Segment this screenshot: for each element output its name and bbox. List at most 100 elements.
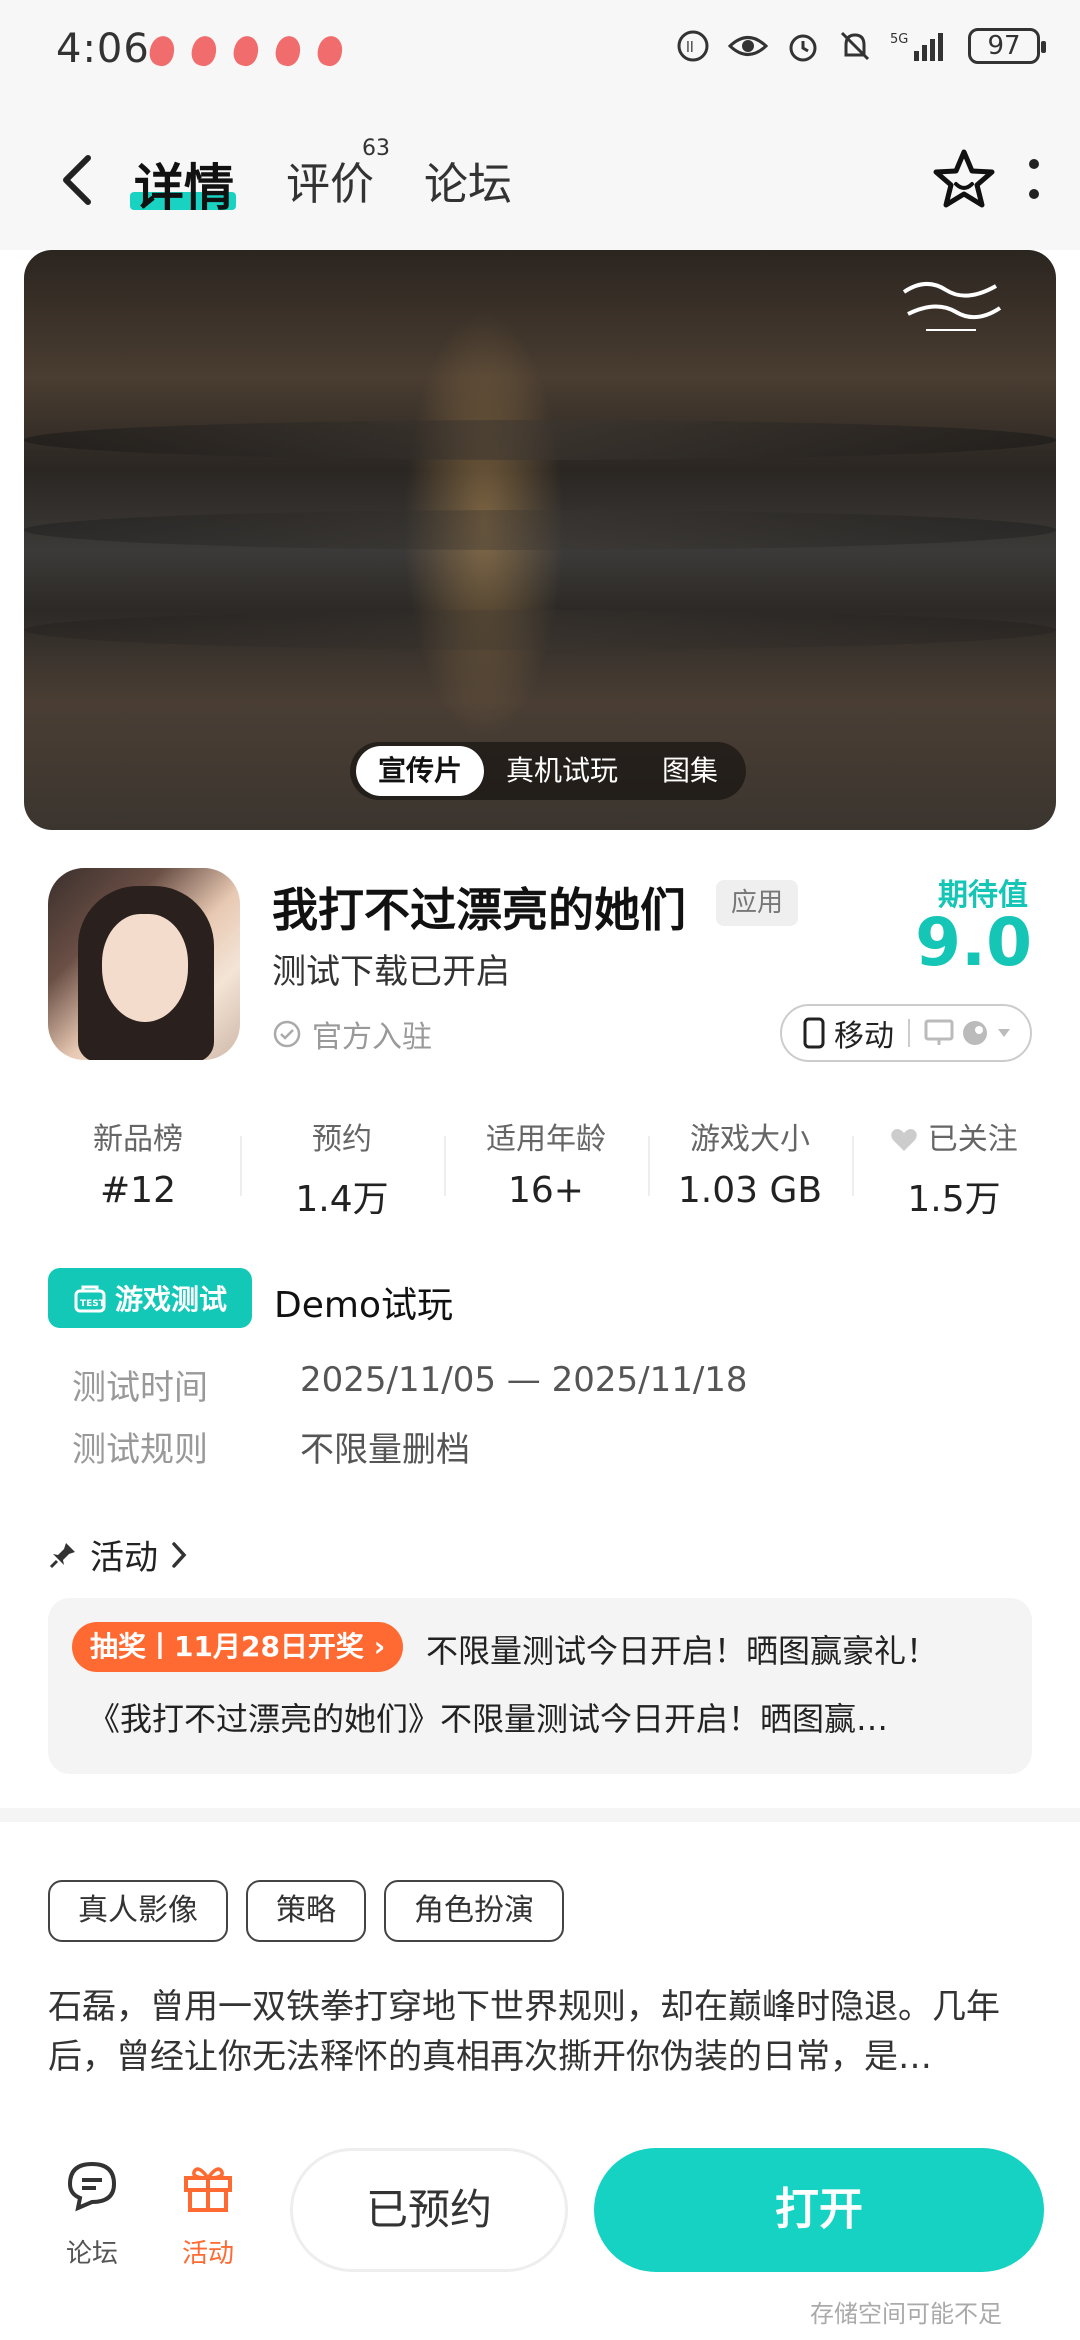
test-icon: TEST: [74, 1285, 106, 1313]
official-badge: 官方入驻: [272, 1012, 432, 1056]
top-navigation: 详情 评价 63 论坛: [0, 110, 1080, 250]
stat-value: 1.4万: [295, 1179, 389, 1220]
chat-bubble-icon: [67, 2161, 117, 2212]
game-test-badge: TEST 游戏测试: [48, 1268, 252, 1328]
icon-face: [102, 914, 188, 1022]
activity-headline: 不限量测试今日开启！晒图赢豪礼！: [426, 1632, 939, 1670]
promo-video[interactable]: 宣传片 真机试玩 图集: [24, 250, 1056, 830]
notification-icon: [273, 33, 303, 69]
wave: [24, 510, 1056, 550]
game-logo-icon: [902, 282, 1002, 331]
genre-tags: 真人影像 策略 角色扮演: [48, 1880, 564, 1942]
stats-row: 新品榜 #12 预约 1.4万 适用年龄 16+ 游戏大小 1.03 GB 已关…: [36, 1114, 1056, 1220]
notification-icon: [189, 33, 219, 69]
notification-icon: [147, 33, 177, 69]
forum-label: 论坛: [65, 2239, 118, 2269]
wave: [24, 420, 1056, 460]
game-logo-image: [896, 272, 1006, 351]
chevron-right-icon: [172, 1541, 187, 1568]
media-tab-gameplay[interactable]: 真机试玩: [484, 746, 640, 796]
chevron-right-icon: ›: [373, 1630, 386, 1663]
eye-icon: [728, 36, 768, 56]
app-subtitle: 测试下载已开启: [272, 952, 510, 992]
test-time-row: 测试时间 2025/11/05 — 2025/11/18: [72, 1360, 748, 1409]
lottery-tag[interactable]: 抽奖丨11月28日开奖 ›: [72, 1622, 404, 1672]
notification-icons: [147, 33, 345, 69]
tag-chip[interactable]: 策略: [246, 1880, 366, 1942]
game-description[interactable]: 石磊，曾用一双铁拳打穿地下世界规则，却在巅峰时隐退。几年后，曾经让你无法释怀的真…: [48, 1982, 1032, 2082]
media-tabs: 宣传片 真机试玩 图集: [350, 742, 747, 800]
stat-game-size: 游戏大小 1.03 GB: [648, 1114, 852, 1214]
platform-label: 移动: [834, 1019, 894, 1054]
activity-card[interactable]: 抽奖丨11月28日开奖 › 不限量测试今日开启！晒图赢豪礼！ 《我打不过漂亮的她…: [48, 1598, 1032, 1774]
media-tab-trailer[interactable]: 宣传片: [356, 746, 485, 796]
stat-value: 1.5万: [907, 1179, 1001, 1220]
svg-text:ll: ll: [686, 40, 694, 56]
media-tab-gallery[interactable]: 图集: [640, 746, 740, 796]
app-type-tag: 应用: [716, 880, 798, 926]
lottery-tag-label: 抽奖丨11月28日开奖: [90, 1630, 364, 1663]
test-time-value: 2025/11/05 — 2025/11/18: [300, 1360, 748, 1400]
test-rule-value: 不限量删档: [300, 1430, 470, 1470]
favorite-star-icon[interactable]: [930, 146, 998, 214]
platform-divider: [908, 1019, 910, 1047]
stat-label: 新品榜: [93, 1122, 183, 1157]
status-time: 4:06: [56, 26, 150, 72]
section-divider: [0, 1808, 1080, 1822]
tag-chip[interactable]: 角色扮演: [384, 1880, 564, 1942]
test-rule-label: 测试规则: [72, 1430, 208, 1470]
test-time-label: 测试时间: [72, 1368, 208, 1408]
stat-label: 已关注: [852, 1114, 1056, 1158]
activity-description: 《我打不过漂亮的她们》不限量测试今日开启！晒图赢…: [88, 1700, 889, 1738]
open-button[interactable]: 打开: [594, 2148, 1044, 2272]
heart-check-icon: [891, 1129, 917, 1151]
tab-forum[interactable]: 论坛: [424, 148, 512, 212]
activity-header[interactable]: 活动: [48, 1530, 188, 1579]
tab-reviews[interactable]: 评价: [286, 148, 374, 212]
hd-icon: ll: [677, 30, 709, 62]
status-bar: 4:06 ll 5G 97: [0, 0, 1080, 110]
svg-text:TEST: TEST: [80, 1299, 106, 1309]
stat-label: 适用年龄: [486, 1122, 606, 1157]
expectation-score: 9.0: [915, 904, 1032, 981]
battery-icon: 97: [968, 28, 1046, 64]
review-count-badge: 63: [362, 136, 390, 161]
mute-icon: [840, 31, 870, 61]
notification-icon: [231, 33, 261, 69]
phone-icon: [803, 1017, 825, 1049]
alarm-icon: [789, 34, 817, 62]
pin-icon: [49, 1542, 75, 1568]
app-title: 我打不过漂亮的她们: [272, 883, 686, 937]
reserved-button[interactable]: 已预约: [290, 2148, 568, 2272]
activity-button[interactable]: 活动: [168, 2156, 248, 2270]
stat-value: 1.03 GB: [677, 1170, 823, 1211]
more-options-icon[interactable]: [1024, 156, 1044, 206]
tag-chip[interactable]: 真人影像: [48, 1880, 228, 1942]
stat-label: 游戏大小: [690, 1122, 810, 1157]
followed-label: 已关注: [927, 1122, 1018, 1157]
stat-age-rating[interactable]: 适用年龄 16+: [444, 1114, 648, 1214]
stat-new-rank[interactable]: 新品榜 #12: [36, 1114, 240, 1214]
game-test-label: 游戏测试: [114, 1283, 227, 1316]
stat-followers[interactable]: 已关注 1.5万: [852, 1114, 1056, 1220]
test-title: Demo试玩: [274, 1285, 453, 1326]
back-icon[interactable]: [52, 150, 104, 210]
notification-icon: [315, 33, 345, 69]
system-status-icons: ll 5G 97: [676, 28, 1046, 64]
tab-details[interactable]: 详情: [134, 148, 234, 220]
stat-label: 预约: [312, 1122, 372, 1157]
app-icon: [48, 868, 240, 1060]
dropdown-arrow-icon: [998, 1029, 1010, 1037]
forum-button[interactable]: 论坛: [52, 2156, 132, 2270]
gift-icon: [184, 2167, 232, 2212]
platform-selector[interactable]: 移动: [780, 1004, 1032, 1062]
pc-icon: [924, 1019, 954, 1045]
signal-icon: 5G: [890, 32, 943, 61]
official-label: 官方入驻: [312, 1020, 432, 1055]
steam-icon: [963, 1021, 987, 1045]
stat-reservations: 预约 1.4万: [240, 1114, 444, 1220]
wave: [24, 610, 1056, 650]
svg-text:5G: 5G: [890, 32, 908, 47]
test-rule-row: 测试规则 不限量删档: [72, 1422, 470, 1471]
bottom-action-bar: 论坛 活动 已预约 打开 存储空间可能不足: [0, 2120, 1080, 2340]
